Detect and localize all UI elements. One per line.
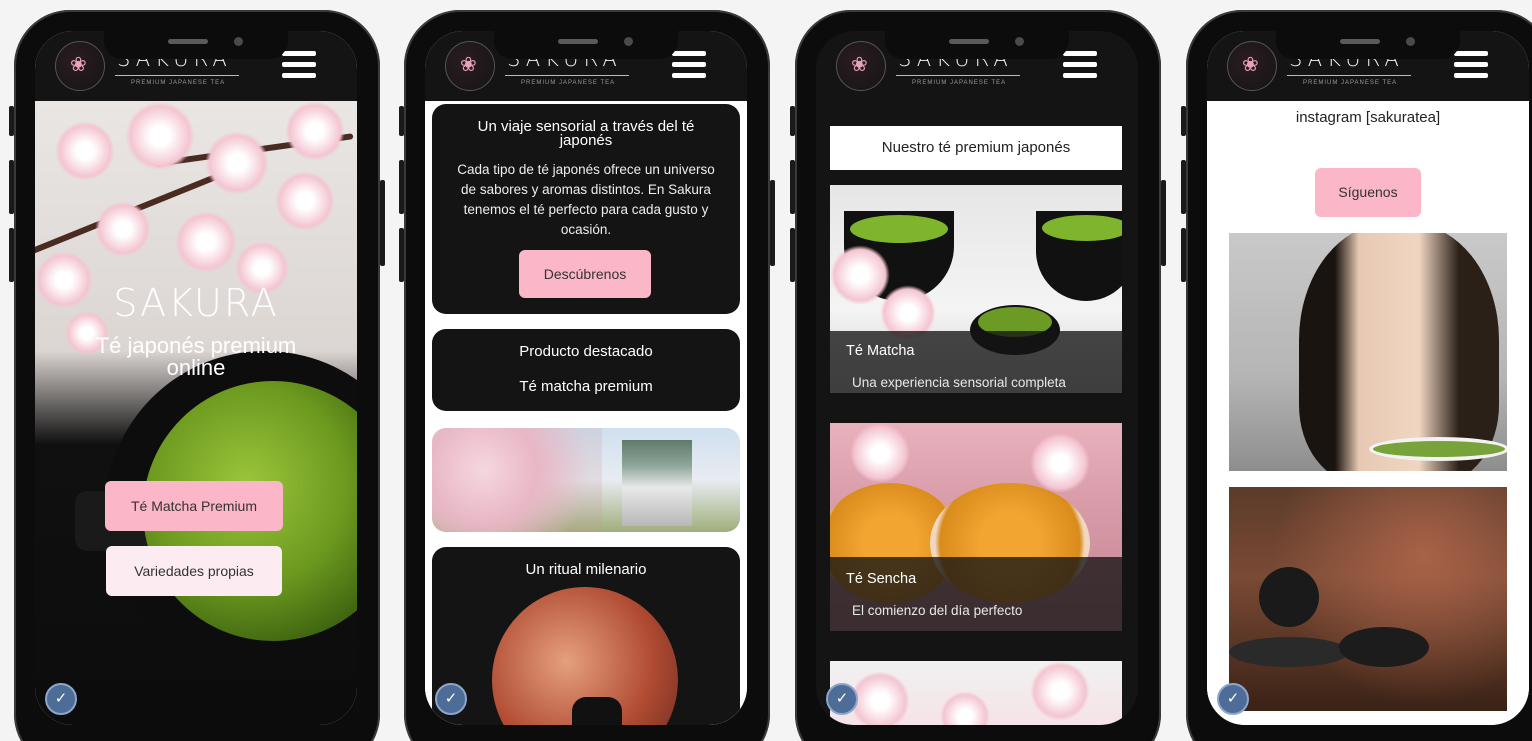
tea-card-matcha[interactable]: Té Matcha Una experiencia sensorial comp… <box>830 185 1122 393</box>
discover-button[interactable]: Descúbrenos <box>519 250 651 298</box>
brand-tagline: PREMIUM JAPANESE TEA <box>1303 80 1398 86</box>
phone-screen: SAKURA PREMIUM JAPANESE TEA SAKURA Té ja… <box>35 31 357 725</box>
sakura-logo-icon[interactable] <box>1227 41 1277 91</box>
phone-notch <box>104 31 288 59</box>
phone-notch <box>885 31 1069 59</box>
tea-ritual-image <box>492 587 678 725</box>
menu-icon[interactable] <box>672 51 706 79</box>
cherry-blossom-castle-image <box>432 428 740 532</box>
tea-card-sencha[interactable]: Té Sencha El comienzo del día perfecto <box>830 423 1122 631</box>
tea-name: Té Sencha <box>846 571 917 587</box>
phone-mockup-3: SAKURA PREMIUM JAPANESE TEA Nuestro té p… <box>790 10 1166 741</box>
hero-subtitle: Té japonés premium online <box>95 333 297 380</box>
ritual-card: Un ritual milenario <box>432 547 740 725</box>
intro-card: Un viaje sensorial a través del té japon… <box>432 104 740 314</box>
intro-title: Un viaje sensorial a través del té japon… <box>477 118 695 149</box>
tea-ceremony-photo <box>1229 487 1507 711</box>
featured-product-card[interactable]: Producto destacado Té matcha premium <box>432 329 740 411</box>
featured-title: Producto destacado <box>519 343 653 360</box>
ritual-title: Un ritual milenario <box>525 561 647 578</box>
brand-tagline: PREMIUM JAPANESE TEA <box>521 80 616 86</box>
intro-text: Cada tipo de té japonés ofrece un univer… <box>457 162 715 237</box>
woman-tea-photo <box>1229 233 1507 471</box>
follow-button[interactable]: Síguenos <box>1315 168 1421 217</box>
phone-notch <box>494 31 678 59</box>
menu-icon[interactable] <box>1063 51 1097 79</box>
phone-mockup-2: SAKURA PREMIUM JAPANESE TEA Un viaje sen… <box>399 10 775 741</box>
accessibility-icon[interactable]: ✓ <box>826 683 858 715</box>
phone-mockup-4: SAKURA PREMIUM JAPANESE TEA instagram [s… <box>1181 10 1532 741</box>
tea-name: Té Matcha <box>846 343 915 359</box>
matcha-premium-button[interactable]: Té Matcha Premium <box>105 481 283 531</box>
accessibility-icon[interactable]: ✓ <box>1217 683 1249 715</box>
featured-product-name: Té matcha premium <box>519 378 653 395</box>
phone-screen: SAKURA PREMIUM JAPANESE TEA instagram [s… <box>1207 31 1529 725</box>
accessibility-icon[interactable]: ✓ <box>435 683 467 715</box>
brand-tagline: PREMIUM JAPANESE TEA <box>131 80 226 86</box>
tea-description: El comienzo del día perfecto <box>852 603 1023 618</box>
hero-section <box>35 101 357 725</box>
phone-notch <box>1276 31 1460 59</box>
brand-tagline: PREMIUM JAPANESE TEA <box>912 80 1007 86</box>
phone-screen: SAKURA PREMIUM JAPANESE TEA Un viaje sen… <box>425 31 747 725</box>
menu-icon[interactable] <box>1454 51 1488 79</box>
phone-screen: SAKURA PREMIUM JAPANESE TEA Nuestro té p… <box>816 31 1138 725</box>
sakura-logo-icon[interactable] <box>445 41 495 91</box>
menu-icon[interactable] <box>282 51 316 79</box>
hero-title: SAKURA <box>113 281 279 325</box>
sakura-logo-icon[interactable] <box>836 41 886 91</box>
phone-mockup-1: SAKURA PREMIUM JAPANESE TEA SAKURA Té ja… <box>9 10 385 741</box>
own-varieties-button[interactable]: Variedades propias <box>106 546 282 596</box>
sakura-logo-icon[interactable] <box>55 41 105 91</box>
section-title: Nuestro té premium japonés <box>830 126 1122 170</box>
instagram-handle[interactable]: instagram [sakuratea] <box>1207 109 1529 126</box>
accessibility-icon[interactable]: ✓ <box>45 683 77 715</box>
tea-description: Una experiencia sensorial completa <box>852 375 1066 390</box>
cherry-blossom-image <box>830 661 1122 725</box>
